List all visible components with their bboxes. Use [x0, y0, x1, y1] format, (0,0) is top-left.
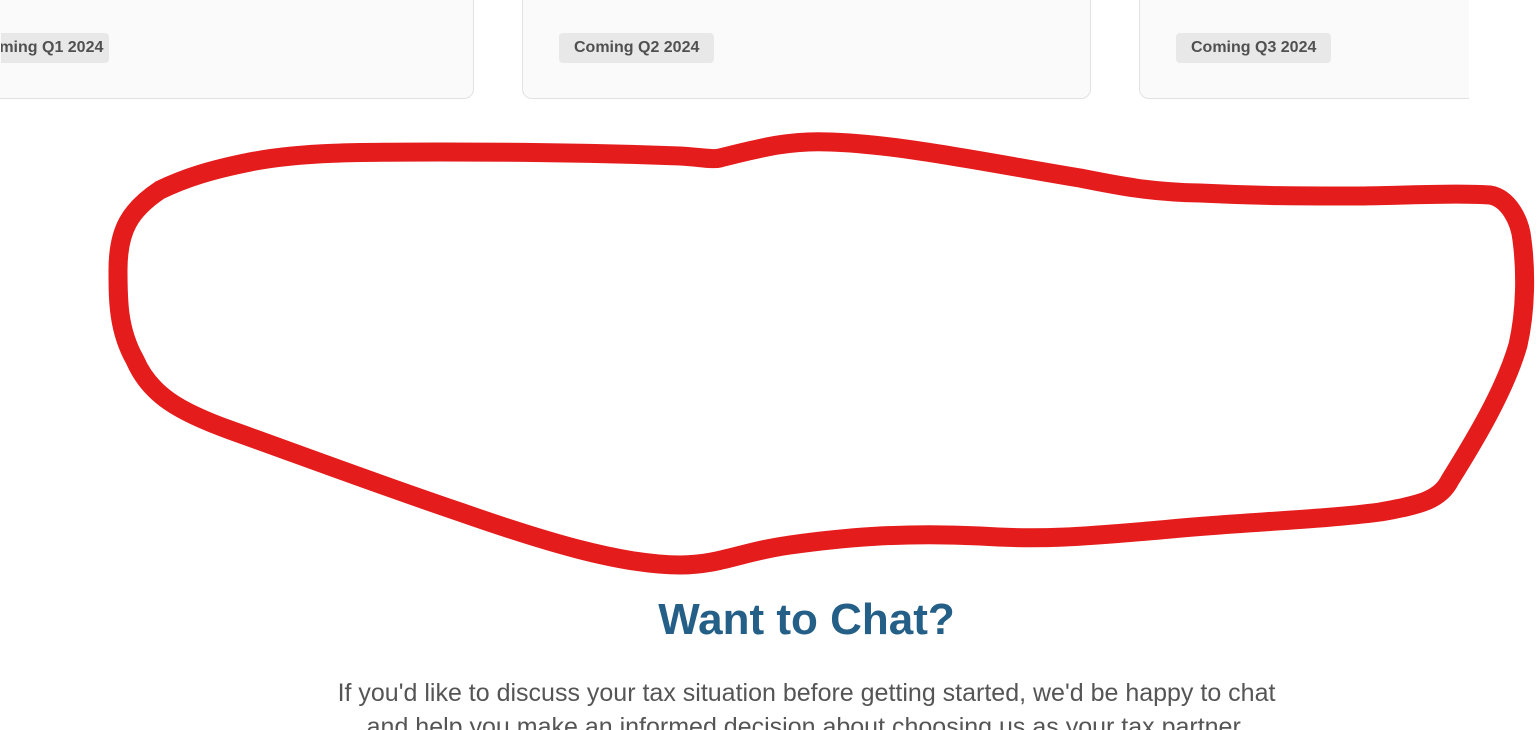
- annotation-loop-stroke: [108, 132, 1535, 575]
- page: Coming Q1 2024 Coming Q2 2024 Coming Q3 …: [0, 0, 1537, 730]
- coming-soon-badge: Coming Q2 2024: [559, 33, 715, 63]
- chat-description: If you'd like to discuss your tax situat…: [0, 676, 1537, 730]
- want-to-chat-heading: Want to Chat?: [658, 595, 955, 644]
- feature-card-q2: Coming Q2 2024: [522, 0, 1091, 99]
- feature-card-q1: Coming Q1 2024: [0, 0, 474, 99]
- coming-soon-badge: Coming Q1 2024: [1, 33, 109, 63]
- chat-description-line-1: If you'd like to discuss your tax situat…: [337, 679, 1276, 707]
- coming-soon-badge: Coming Q3 2024: [1176, 33, 1332, 63]
- chat-description-line-2: and help you make an informed decision a…: [366, 713, 1247, 730]
- feature-card-q3: Coming Q3 2024: [1139, 0, 1469, 99]
- badge-clip: Coming Q1 2024: [1, 33, 109, 63]
